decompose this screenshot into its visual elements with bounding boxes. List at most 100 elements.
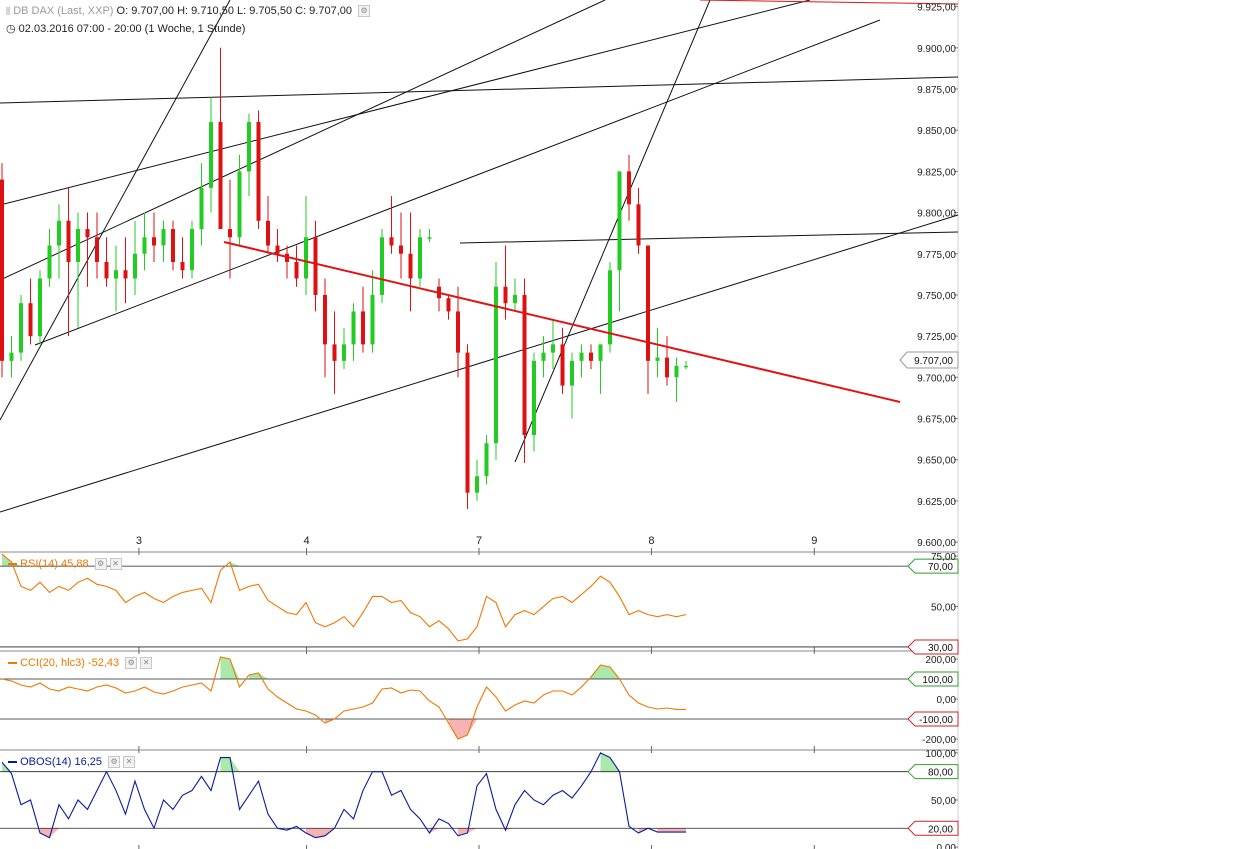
indicator-tick-label: 0,00 [937, 695, 957, 706]
price-tick-label: 9.900,00 [917, 44, 956, 55]
indicator-tick-label: 100,00 [925, 749, 956, 760]
candle-body [256, 121, 261, 221]
rsi-panel: 70,00 30,00 75,00 50,00 [0, 552, 959, 655]
candle-body [47, 245, 52, 279]
candle-body [133, 253, 137, 279]
candle-body [76, 229, 80, 262]
trendline-channel-middle[interactable] [0, 0, 606, 281]
candle-body [484, 443, 489, 477]
candle-body [171, 229, 175, 262]
rsi-value: 45,88 [61, 558, 89, 570]
trendline-horizontal-top[interactable] [0, 76, 959, 104]
obos-settings-icon[interactable]: ⚙ [108, 756, 121, 769]
candle-body [294, 261, 299, 279]
candle-body [209, 121, 213, 188]
obos-close-icon[interactable]: ✕ [123, 756, 136, 769]
indicator-tick-label: 200,00 [925, 655, 956, 666]
candle-body [19, 303, 23, 353]
rsi-settings-icon[interactable]: ⚙ [94, 558, 107, 571]
trendline-steep-left[interactable] [0, 0, 231, 421]
x-axis-tick-labels: 3 4 7 8 9 [136, 535, 818, 547]
price-tick-label: 9.725,00 [917, 332, 956, 343]
candle-body [180, 261, 185, 271]
reference-tag-label: 20,00 [928, 824, 953, 835]
candle-body [342, 344, 346, 361]
candle-body [0, 179, 4, 361]
candle-body [560, 344, 565, 386]
candle-body [114, 270, 118, 279]
rsi-swatch [8, 563, 17, 566]
candle-body [446, 298, 451, 312]
price-tick-label: 9.675,00 [917, 415, 956, 426]
chart-type-icon: ⫼ [6, 6, 11, 16]
candle-body [579, 352, 584, 361]
reference-tag-label: 70,00 [928, 562, 953, 573]
trendlines[interactable] [0, 0, 959, 513]
ohlc-values: O: 9.707,00 H: 9.710,50 L: 9.705,50 C: 9… [116, 5, 352, 17]
candle-body [190, 229, 194, 271]
indicator-tick-label: 75,00 [931, 552, 956, 563]
overbought-fill [600, 752, 620, 772]
candle-body [456, 311, 460, 353]
candle-body [408, 253, 413, 279]
reference-tag-label: 30,00 [928, 643, 953, 654]
trendline-channel-lower[interactable] [0, 214, 959, 513]
candle-body [38, 278, 42, 337]
chart-canvas[interactable]: 34789 9.925,009.900,009.875,009.850,009.… [0, 0, 1234, 849]
last-price-label: 9.707,00 [914, 356, 953, 367]
candle-body [475, 476, 479, 493]
obos-label: OBOS(14) 16,25 ⚙ ✕ [8, 756, 136, 769]
reference-tag-label: -100,00 [919, 715, 953, 726]
candle-body [247, 121, 251, 172]
candle-body [598, 344, 603, 361]
x-axis-ticks [138, 548, 815, 849]
cci-swatch [8, 662, 17, 665]
candle-body [161, 229, 166, 246]
obos-value: 16,25 [74, 756, 103, 768]
x-tick-label: 9 [811, 535, 817, 547]
date-range-text: 02.03.2016 07:00 - 20:00 (1 Woche, 1 Stu… [18, 23, 246, 35]
cci-value: -52,43 [87, 657, 120, 669]
price-tick-label: 9.850,00 [917, 126, 956, 137]
candle-body [313, 237, 318, 295]
candle-body [418, 237, 422, 279]
reference-tag-label: 100,00 [922, 675, 953, 686]
candle-body [9, 352, 14, 361]
price-tick-label: 9.775,00 [917, 250, 956, 261]
instrument-header: ⫼ DB DAX (Last, XXP) O: 9.707,00 H: 9.71… [6, 5, 371, 18]
indicator-tick-label: 50,00 [931, 603, 956, 614]
trendline-flat-right[interactable] [459, 231, 959, 244]
candle-body [152, 237, 156, 246]
rsi-close-icon[interactable]: ✕ [109, 558, 122, 571]
candle-body [684, 365, 688, 368]
price-tick-label: 9.750,00 [917, 291, 956, 302]
candle-body [237, 171, 242, 238]
candle-body [589, 352, 593, 361]
cci-name: CCI(20, hlc3) [20, 657, 85, 669]
candle-body [541, 352, 546, 361]
price-tick-label: 9.825,00 [917, 167, 956, 178]
obos-swatch [8, 761, 17, 764]
price-tick-label: 9.600,00 [917, 538, 956, 549]
candle-body [570, 360, 574, 386]
settings-icon[interactable]: ⚙ [358, 5, 371, 18]
candle-body [513, 294, 517, 304]
trendline-steep-right[interactable] [514, 0, 711, 463]
candle-body [332, 344, 337, 361]
candle-body [503, 286, 508, 304]
date-range: ◷ 02.03.2016 07:00 - 20:00 (1 Woche, 1 S… [6, 22, 245, 35]
candle-body [123, 270, 128, 279]
candle-body [551, 344, 555, 353]
candle-body [85, 229, 90, 238]
candle-body [389, 237, 394, 246]
candle-body [199, 187, 204, 230]
reference-tag-label: 80,00 [928, 768, 953, 779]
candle-body [351, 311, 356, 345]
cci-close-icon[interactable]: ✕ [140, 657, 153, 670]
candle-body [655, 357, 660, 361]
x-tick-label: 3 [136, 535, 142, 547]
cci-settings-icon[interactable]: ⚙ [125, 657, 138, 670]
instrument-feed: (Last, XXP) [57, 5, 114, 17]
indicator-tick-label: 50,00 [931, 796, 956, 807]
rsi-name: RSI(14) [20, 558, 58, 570]
